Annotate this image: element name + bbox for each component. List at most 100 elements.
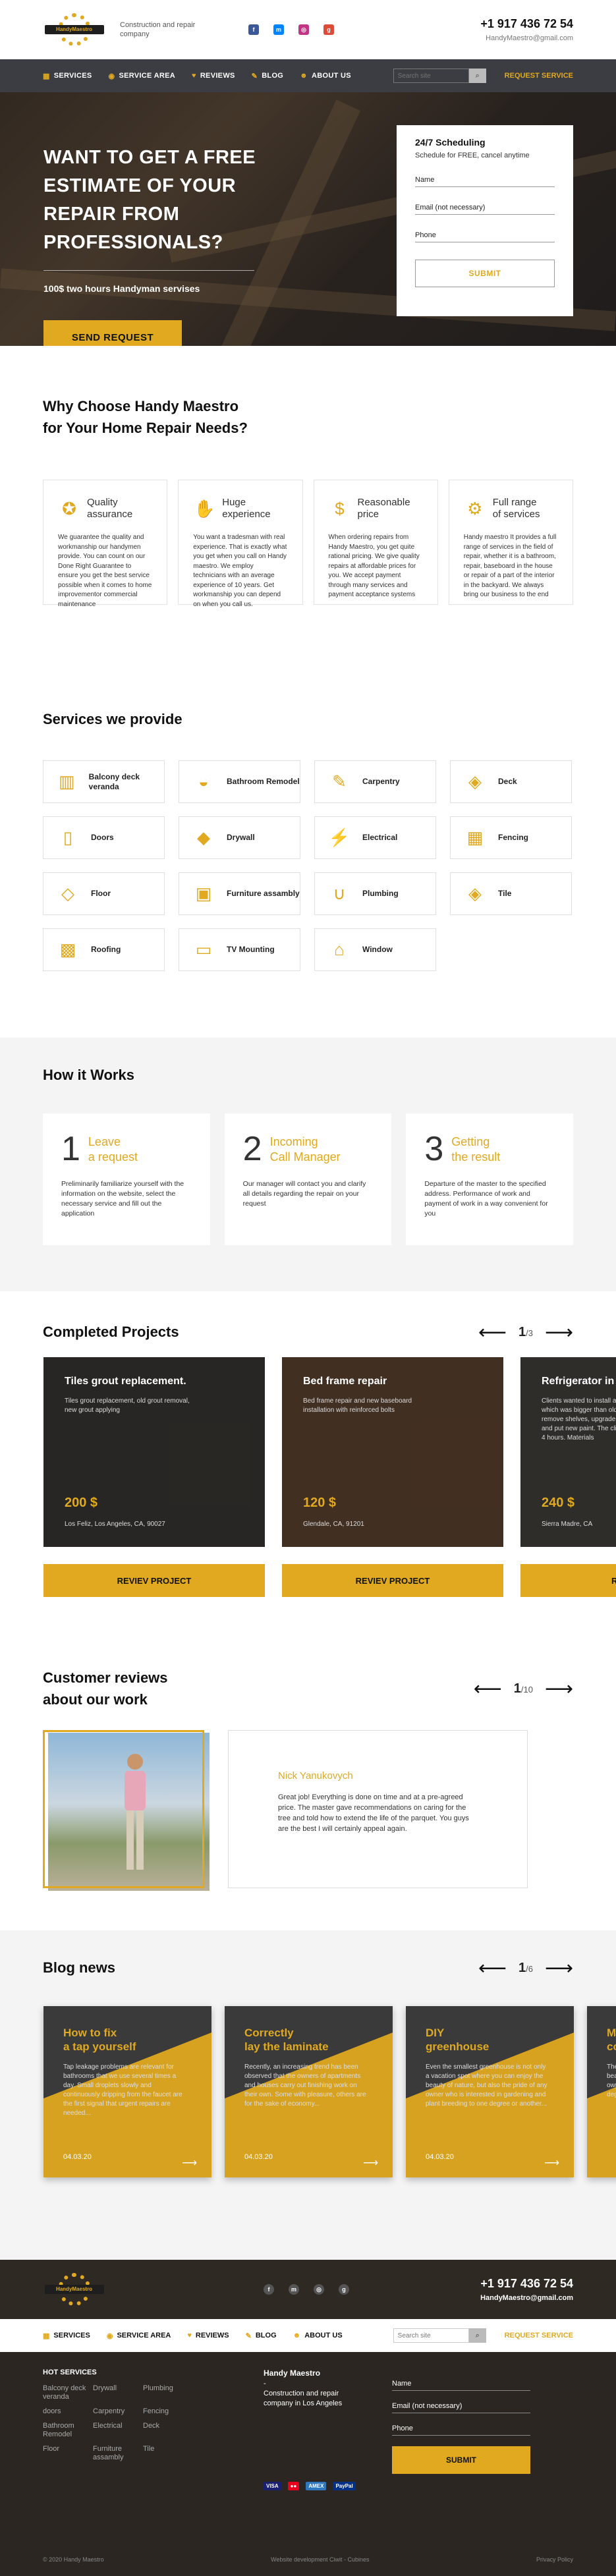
footer-phone[interactable]: +1 917 436 72 54 [474, 2277, 573, 2291]
hot-service-link[interactable]: Tile [143, 2445, 193, 2462]
nav-services[interactable]: ▦ SERVICES [43, 72, 92, 80]
reviews-section: Customer reviews about our work ⟵ 1/10 ⟶ … [0, 1660, 616, 1930]
bathtub-icon: ◒ [198, 771, 209, 791]
service-tile[interactable]: ⚡ Electrical [314, 816, 436, 859]
nav-reviews[interactable]: ♥ REVIEWS [192, 72, 235, 80]
instagram-icon[interactable]: ◎ [298, 24, 309, 35]
phone-number[interactable]: +1 917 436 72 54 [480, 17, 573, 31]
request-service-link[interactable]: REQUEST SERVICE [505, 72, 573, 80]
why-card: $ Reasonable price When ordering repairs fr… [313, 480, 438, 605]
nav-about[interactable]: ☻ ABOUT US [300, 72, 351, 80]
gear-icon: ⚙ [467, 498, 483, 518]
blog-card[interactable]: Correctly lay the laminate Recently, an in… [225, 2006, 393, 2177]
submit-button[interactable]: SUBMIT [415, 260, 555, 287]
balcony-icon: ▥ [59, 771, 75, 791]
hero: WANT TO GET A FREE ESTIMATE OF YOUR REPA… [0, 92, 616, 346]
why-title: Why Choose Handy Maestro for Your Home Re… [43, 398, 248, 436]
hot-service-link[interactable]: Electrical [93, 2422, 143, 2439]
arrow-left-icon[interactable]: ⟵ [478, 1321, 507, 1344]
service-tile[interactable]: ◈ Deck [450, 760, 572, 803]
arrow-right-icon[interactable]: ⟶ [545, 1957, 573, 1980]
service-tile[interactable]: ◈ Tile [450, 872, 572, 915]
hot-service-link[interactable]: Balcony deck veranda [43, 2384, 93, 2401]
service-tile[interactable]: ▯ Doors [43, 816, 165, 859]
hot-service-link[interactable]: Bathroom Remodel [43, 2422, 93, 2439]
thumb-icon: ♥ [187, 2332, 192, 2339]
email-address[interactable]: HandyMaestro@gmail.com [480, 34, 573, 42]
footer-nav-blog[interactable]: ✎ BLOG [246, 2332, 277, 2340]
blog-card[interactable]: How to fix a tap yourself Tap leakage prob… [43, 2006, 211, 2177]
service-tile[interactable]: ▩ Roofing [43, 928, 165, 971]
arrow-left-icon[interactable]: ⟵ [478, 1957, 507, 1980]
footer-nav-about[interactable]: ☻ ABOUT US [293, 2332, 343, 2339]
facebook-icon[interactable]: f [248, 24, 259, 35]
logo[interactable]: HandyMaestro [43, 13, 105, 46]
footer-request-service-link[interactable]: REQUEST SERVICE [505, 2332, 573, 2339]
send-request-button[interactable]: SEND REQUEST [43, 320, 182, 346]
service-tile[interactable]: ◒ Bathroom Remodel [179, 760, 300, 803]
facebook-icon[interactable]: f [264, 2284, 274, 2295]
service-tile[interactable]: ▭ TV Mounting [179, 928, 300, 971]
medal-icon: ✪ [62, 498, 76, 518]
footer-search-input[interactable] [393, 2328, 469, 2343]
social-links: f m ◎ g [248, 24, 334, 35]
hot-service-link[interactable]: Carpentry [93, 2407, 143, 2416]
hot-service-link[interactable]: Fencing [143, 2407, 193, 2416]
pen-icon: ✎ [251, 72, 258, 80]
reviews-pager: ⟵ 1/10 ⟶ [473, 1677, 573, 1700]
review-project-button[interactable]: REVIEV PROJECT [43, 1564, 265, 1597]
messenger-icon[interactable]: m [289, 2284, 299, 2295]
hot-service-link[interactable]: doors [43, 2407, 93, 2416]
search-icon[interactable]: ⌕ [468, 2328, 486, 2343]
footer-company: Handy Maestro - Construction and repair … [264, 2368, 343, 2407]
hot-service-link[interactable]: Drywall [93, 2384, 143, 2401]
service-tile[interactable]: ▥ Balcony deck veranda [43, 760, 165, 803]
blog-card[interactable]: DIY greenhouse Even the smallest greenhous… [406, 2006, 574, 2177]
google-plus-icon[interactable]: g [323, 24, 334, 35]
dev-credit[interactable]: Website development Ciwit - Cubines [271, 2556, 369, 2563]
footer-submit-button[interactable]: SUBMIT [392, 2446, 530, 2474]
name-field[interactable]: Name [415, 169, 555, 187]
map-pin-icon: ◉ [106, 2332, 113, 2340]
instagram-icon[interactable]: ◎ [314, 2284, 324, 2295]
service-tile[interactable]: ◇ Floor [43, 872, 165, 915]
footer-nav-reviews[interactable]: ♥ REVIEWS [187, 2332, 229, 2339]
blog-card[interactable]: MacoThe smallest greenhouse is also the … [587, 2006, 616, 2177]
service-tile[interactable]: ⌂ Window [314, 928, 436, 971]
footer-search-box: ⌕ [393, 2328, 486, 2343]
hot-service-link[interactable]: Floor [43, 2445, 93, 2462]
footer-email[interactable]: HandyMaestro@gmail.com [474, 2294, 573, 2302]
privacy-link[interactable]: Privacy Policy [536, 2556, 573, 2563]
hot-service-link[interactable]: Plumbing [143, 2384, 193, 2401]
phone-field[interactable]: Phone [415, 224, 555, 242]
service-tile[interactable]: ✎ Carpentry [314, 760, 436, 803]
search-input[interactable] [393, 69, 469, 83]
step-card: 1 Leave a request Preliminarily familiarize… [43, 1113, 210, 1245]
search-icon[interactable]: ⌕ [468, 69, 486, 83]
footer-body: HOT SERVICES Balcony deck veranda Drywall… [0, 2352, 616, 2576]
nav-blog[interactable]: ✎ BLOG [252, 72, 284, 80]
footer-phone-field[interactable]: Phone [392, 2417, 530, 2436]
footer-logo[interactable]: HandyMaestro [43, 2273, 105, 2306]
service-tile[interactable]: ∪ Plumbing [314, 872, 436, 915]
review-project-button[interactable]: REVIEV PROJECT [282, 1564, 503, 1597]
footer-name-field[interactable]: Name [392, 2372, 530, 2391]
google-plus-icon[interactable]: g [339, 2284, 349, 2295]
footer-email-field[interactable]: Email (not necessary) [392, 2395, 530, 2413]
arrow-right-icon[interactable]: ⟶ [545, 1321, 573, 1344]
fence-icon: ▦ [466, 827, 484, 847]
footer-nav-service-area[interactable]: ◉ SERVICE AREA [107, 2332, 171, 2340]
hot-service-link[interactable]: Deck [143, 2422, 193, 2439]
review-project-button[interactable]: REVIEV P [520, 1564, 616, 1597]
nav-service-area[interactable]: ◉ SERVICE AREA [109, 72, 175, 80]
service-tile[interactable]: ▣ Furniture assambly [179, 872, 300, 915]
handshake-icon: ✋ [194, 498, 215, 518]
arrow-left-icon[interactable]: ⟵ [474, 1677, 502, 1700]
arrow-right-icon[interactable]: ⟶ [545, 1677, 573, 1700]
hot-service-link[interactable]: Furniture assambly [93, 2445, 143, 2462]
footer-nav-services[interactable]: ▦ SERVICES [43, 2332, 90, 2340]
service-tile[interactable]: ▦ Fencing [450, 816, 572, 859]
email-field[interactable]: Email (not necessary) [415, 196, 555, 215]
service-tile[interactable]: ◆ Drywall [179, 816, 300, 859]
messenger-icon[interactable]: m [273, 24, 284, 35]
